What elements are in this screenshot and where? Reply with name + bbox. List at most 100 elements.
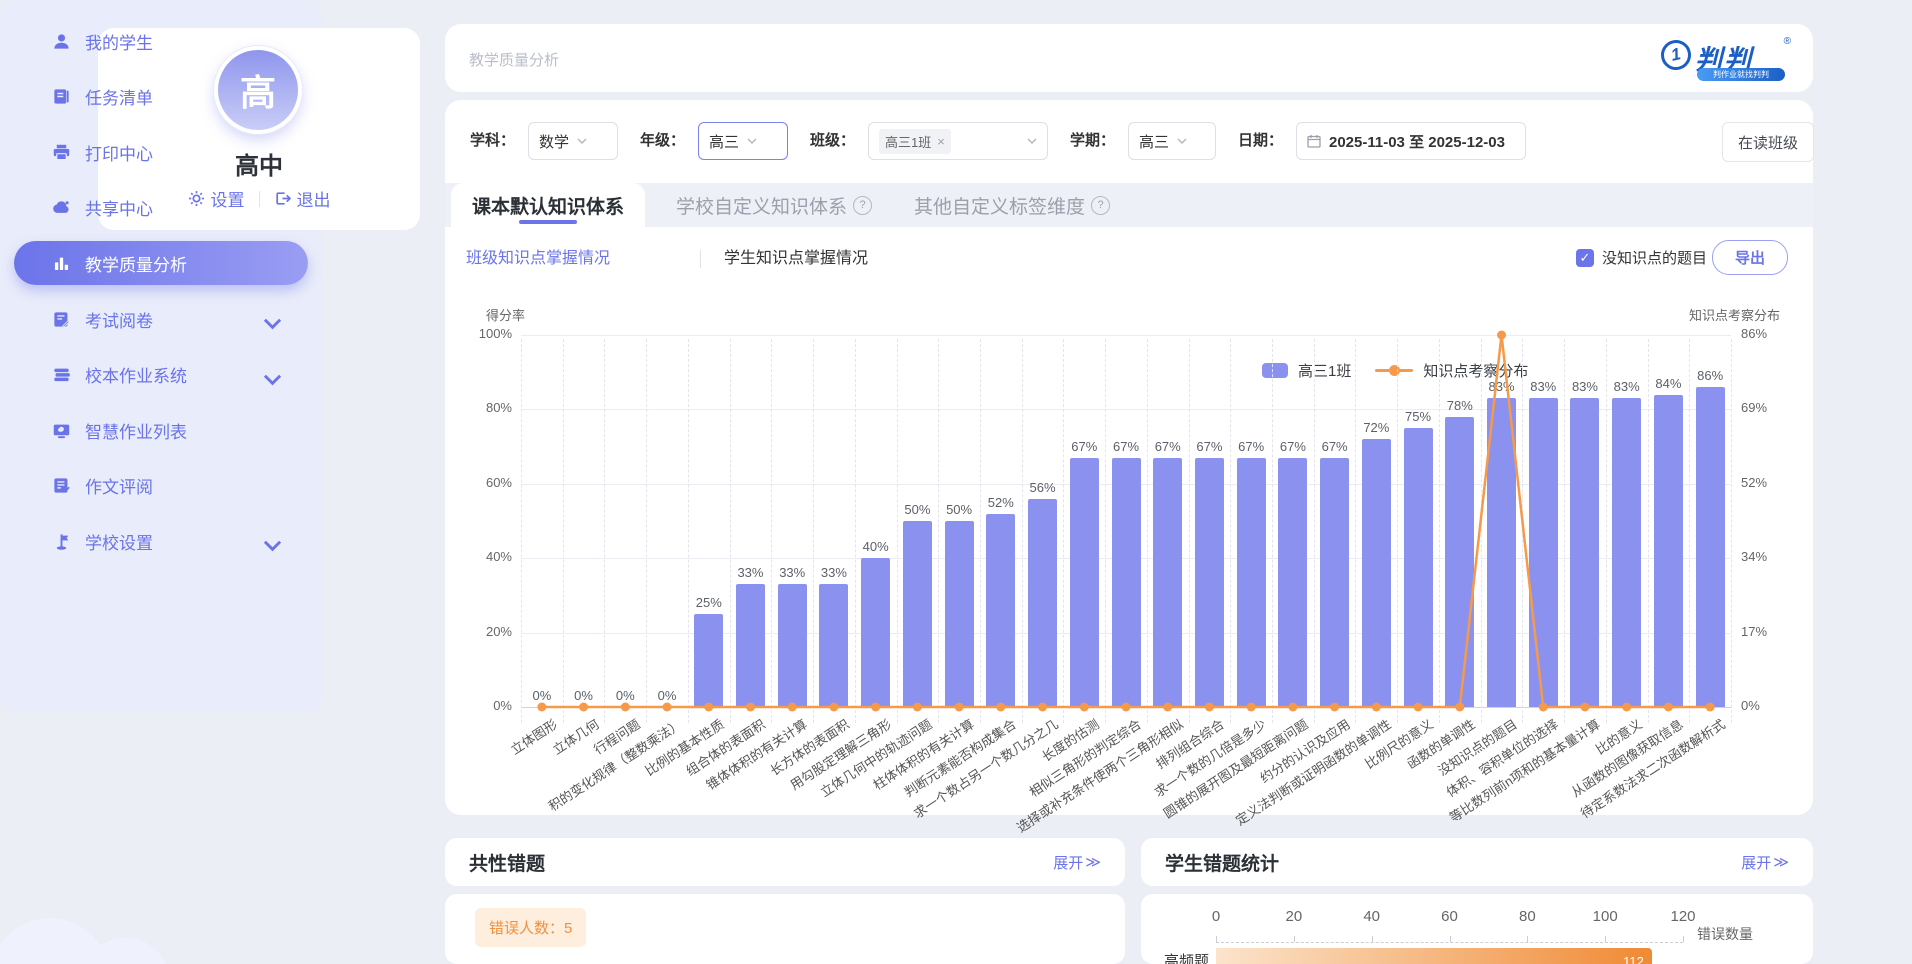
- subject-value: 数学: [539, 131, 569, 152]
- tab-1[interactable]: 课本默认知识体系: [451, 183, 645, 227]
- chevron-down-icon: [1177, 136, 1187, 146]
- semester-filter-label: 学期：: [1070, 122, 1115, 160]
- sidebar-item-2[interactable]: 任务清单: [14, 75, 308, 119]
- left-axis-tick: 20%: [432, 624, 512, 639]
- bar-chart-icon: [52, 254, 71, 273]
- left-axis-tick: 40%: [432, 549, 512, 564]
- help-question-icon[interactable]: ?: [1091, 196, 1110, 215]
- line-point: [1122, 703, 1131, 712]
- common-errors-body: 错误人数：5: [445, 894, 1125, 964]
- school-icon: [52, 532, 71, 551]
- student-errors-header: 学生错题统计 展开≫: [1141, 838, 1813, 886]
- right-axis-title: 知识点考察分布: [1660, 305, 1780, 324]
- chevron-down-icon: [263, 314, 282, 333]
- line-point: [1706, 703, 1715, 712]
- tab-label: 其他自定义标签维度: [914, 192, 1085, 219]
- logo-icon: 1: [1658, 37, 1694, 73]
- page: 高 高中 设置 退出 我的学生任务清单打印中心共享中心教学质量分析考试阅卷校本作…: [0, 0, 1912, 964]
- sidebar-item-1[interactable]: 我的学生: [14, 19, 308, 63]
- line-point: [537, 703, 546, 712]
- sidebar-item-9[interactable]: 作文评阅: [14, 464, 308, 508]
- line-point: [1372, 703, 1381, 712]
- sidebar-item-3[interactable]: 打印中心: [14, 130, 308, 174]
- mini-axis-tick: 40: [1350, 908, 1394, 925]
- x-axis-label: 立体几何: [548, 714, 602, 758]
- sidebar-item-8[interactable]: 智慧作业列表: [14, 408, 308, 452]
- help-question-icon[interactable]: ?: [853, 196, 872, 215]
- right-axis-tick: 52%: [1741, 475, 1821, 490]
- top-header: 教学质量分析 1 判判 ® 判作业就找判判: [445, 24, 1813, 92]
- subtab-class-mastery[interactable]: 班级知识点掌握情况: [466, 244, 610, 274]
- right-axis-tick: 17%: [1741, 624, 1821, 639]
- tab-3[interactable]: 其他自定义标签维度?: [902, 183, 1122, 227]
- line-point: [1539, 703, 1548, 712]
- line-point: [579, 703, 588, 712]
- line-point: [1038, 703, 1047, 712]
- mini-bar: 112: [1216, 948, 1652, 964]
- line-point: [1455, 703, 1464, 712]
- semester-value: 高三: [1139, 131, 1169, 152]
- tab-2[interactable]: 学校自定义知识体系?: [664, 183, 884, 227]
- no-knowledge-point-checkbox[interactable]: ✓: [1576, 249, 1594, 267]
- logo-registered-mark: ®: [1784, 36, 1791, 47]
- subject-select[interactable]: 数学: [528, 122, 618, 160]
- common-errors-header: 共性错题 展开≫: [445, 838, 1125, 886]
- class-filter-label: 班级：: [810, 122, 855, 160]
- tab-label: 课本默认知识体系: [472, 192, 624, 219]
- semester-select[interactable]: 高三: [1128, 122, 1216, 160]
- sidebar-item-label: 学校设置: [85, 529, 153, 554]
- logo-tagline: 判作业就找判判: [1697, 68, 1785, 81]
- mini-axis-tick: 60: [1428, 908, 1472, 925]
- sidebar-item-label: 考试阅卷: [85, 307, 153, 332]
- subject-filter-label: 学科：: [470, 122, 515, 160]
- left-axis-tick: 100%: [432, 326, 512, 341]
- line-point: [913, 703, 922, 712]
- line-point: [871, 703, 880, 712]
- knowledge-tab-strip: 课本默认知识体系 学校自定义知识体系? 其他自定义标签维度?: [445, 183, 1813, 227]
- printer-icon: [52, 143, 71, 162]
- line-point: [704, 703, 713, 712]
- sidebar-item-7[interactable]: 校本作业系统: [14, 353, 308, 397]
- sidebar-item-10[interactable]: 学校设置: [14, 519, 308, 563]
- grade-value: 高三: [709, 131, 739, 152]
- right-axis-tick: 86%: [1741, 326, 1821, 341]
- grade-select[interactable]: 高三: [698, 122, 788, 160]
- right-axis-tick: 34%: [1741, 549, 1821, 564]
- sidebar-item-6[interactable]: 考试阅卷: [14, 297, 308, 341]
- calendar-icon: [1307, 134, 1321, 148]
- chevron-down-icon: [1027, 136, 1037, 146]
- chevron-down-icon: [263, 370, 282, 389]
- class-select[interactable]: 高三1班 ×: [868, 122, 1048, 160]
- sidebar-item-label: 任务清单: [85, 84, 153, 109]
- export-button[interactable]: 导出: [1712, 240, 1788, 275]
- sidebar-item-5[interactable]: 教学质量分析: [14, 241, 308, 285]
- divider: [700, 250, 701, 268]
- left-axis-title: 得分率: [445, 305, 525, 324]
- class-tag-label: 高三1班: [885, 132, 931, 151]
- mini-axis-tick: 0: [1194, 908, 1238, 925]
- sidebar-item-label: 打印中心: [85, 140, 153, 165]
- right-axis-tick: 0%: [1741, 698, 1821, 713]
- line-point: [1288, 703, 1297, 712]
- mini-axis-line: [1216, 942, 1683, 943]
- chevron-down-icon: [747, 136, 757, 146]
- grade-filter-label: 年级：: [640, 122, 685, 160]
- common-errors-title: 共性错题: [469, 849, 545, 876]
- tag-close-icon[interactable]: ×: [937, 134, 945, 149]
- line-point: [1205, 703, 1214, 712]
- date-range-picker[interactable]: 2025-11-03 至 2025-12-03: [1296, 122, 1526, 160]
- double-chevron-icon: ≫: [1085, 853, 1101, 871]
- student-errors-expand-button[interactable]: 展开≫: [1741, 852, 1789, 873]
- date-filter-label: 日期：: [1238, 122, 1283, 160]
- chevron-down-icon: [263, 536, 282, 555]
- common-errors-expand-button[interactable]: 展开≫: [1053, 852, 1101, 873]
- line-point: [1664, 703, 1673, 712]
- subtab-student-mastery[interactable]: 学生知识点掌握情况: [724, 244, 868, 274]
- sidebar-item-label: 我的学生: [85, 29, 153, 54]
- line-point: [1414, 703, 1423, 712]
- left-axis-tick: 80%: [432, 400, 512, 415]
- mini-axis-tick: 80: [1505, 908, 1549, 925]
- sidebar-item-4[interactable]: 共享中心: [14, 186, 308, 230]
- enrolled-class-button[interactable]: 在读班级: [1722, 122, 1814, 162]
- no-knowledge-point-label: 没知识点的题目: [1602, 247, 1707, 268]
